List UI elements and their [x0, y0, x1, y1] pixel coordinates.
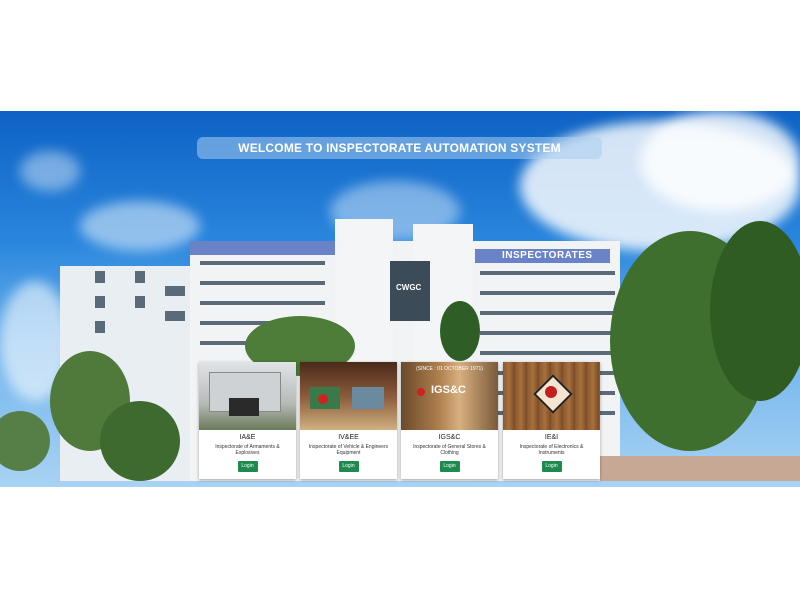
plaque-text: IGS&C	[431, 384, 466, 396]
login-button-ie-i[interactable]: Login	[541, 461, 562, 472]
card-title: IA&E	[239, 434, 256, 441]
card-title: IE&I	[544, 434, 559, 441]
card-igs-c: (SINCE : 01 OCTOBER 1971) IGS&C IGS&C In…	[401, 362, 498, 479]
welcome-banner: WELCOME TO INSPECTORATE AUTOMATION SYSTE…	[197, 137, 602, 159]
card-title: IGS&C	[438, 434, 461, 441]
cwgc-sign: CWGC	[396, 283, 422, 292]
card-description: Inspectorate of Electronics & Instrument…	[519, 444, 584, 456]
card-ia-e: IA&E Inspectorate of Armaments & Explosi…	[199, 362, 296, 479]
card-title: IV&EE	[338, 434, 359, 441]
iv-ee-hall-icon	[300, 362, 397, 430]
hero-background: INSPECTORATES CWGC	[0, 111, 800, 487]
card-description: Inspectorate of General Stores & Clothin…	[413, 444, 486, 456]
igs-c-plaque-icon: (SINCE : 01 OCTOBER 1971) IGS&C	[401, 362, 498, 430]
login-button-ia-e[interactable]: Login	[237, 461, 258, 472]
login-button-igs-c[interactable]: Login	[439, 461, 460, 472]
plaque-top-text: (SINCE : 01 OCTOBER 1971)	[416, 366, 483, 372]
card-description: Inspectorate of Vehicle & Engineers Equi…	[308, 444, 389, 456]
ia-e-building-icon	[199, 362, 296, 430]
card-description: Inspectorate of Armaments & Explosives	[215, 444, 280, 456]
card-ie-i: IE&I Inspectorate of Electronics & Instr…	[503, 362, 600, 479]
card-iv-ee: IV&EE Inspectorate of Vehicle & Engineer…	[300, 362, 397, 479]
building-illustration	[0, 219, 800, 481]
ie-i-emblem-icon	[503, 362, 600, 430]
inspectorates-sign: INSPECTORATES	[502, 250, 593, 261]
login-button-iv-ee[interactable]: Login	[338, 461, 359, 472]
